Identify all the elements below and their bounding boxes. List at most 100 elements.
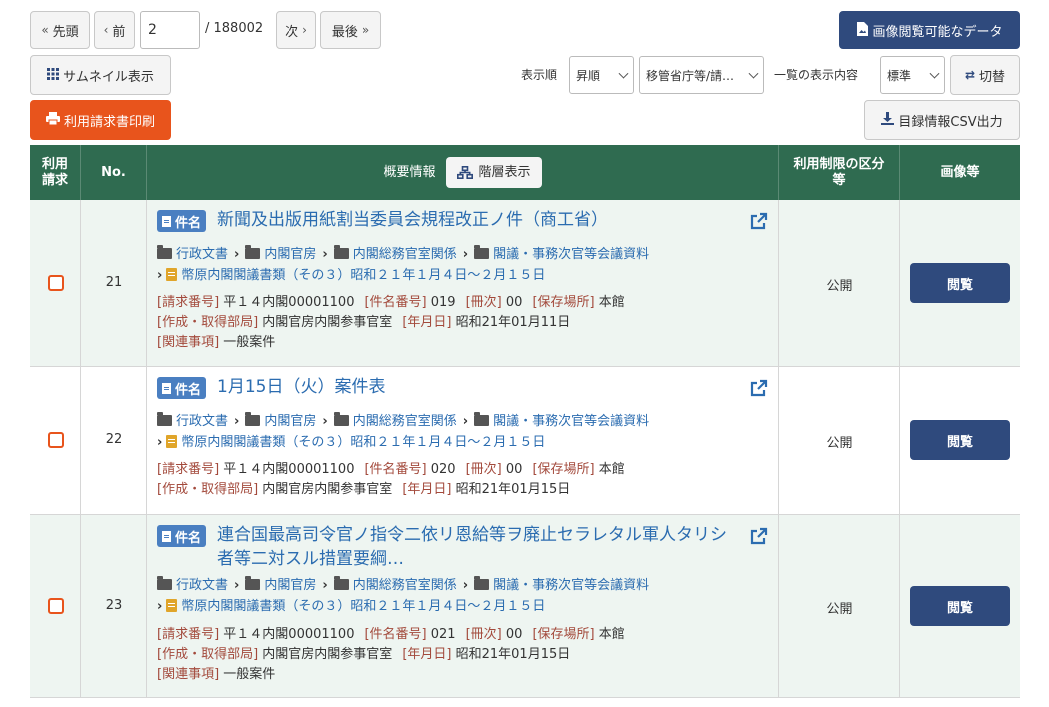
view-button[interactable]: 閲覧 [910,420,1010,460]
double-chevron-left-icon: « [41,23,49,37]
swap-arrows-icon: ⇄ [964,68,976,82]
chevron-right-icon: › [234,578,240,593]
request-checkbox[interactable] [48,598,64,614]
image-viewable-data-button[interactable]: 画像閲覧可能なデータ [839,11,1020,49]
row-number: 22 [105,432,123,447]
last-page-label: 最後 [331,24,358,40]
last-page-button[interactable]: 最後 » [320,11,381,49]
header-restriction: 利用制限の区分等 [779,145,900,200]
print-request-button[interactable]: 利用請求書印刷 [30,100,171,140]
chevron-right-icon: › [302,23,307,37]
external-link-icon[interactable] [750,379,768,397]
folder-open-icon [333,412,349,426]
display-content-label: 一覧の表示内容 [774,68,859,82]
prev-page-button[interactable]: ‹ 前 [94,11,135,49]
header-image: 画像等 [940,164,980,180]
folder-open-icon [474,576,490,590]
breadcrumb-link[interactable]: 内閣総務官室関係 [353,414,457,429]
thumbnail-view-label: サムネイル表示 [63,69,154,85]
sort-field-select[interactable]: 移管省庁等/請… [639,56,764,94]
breadcrumb-link[interactable]: 行政文書 [176,247,228,262]
series-link[interactable]: 幣原内閣閣議書類（その３）昭和２１年１月４日～２月１５日 [181,435,545,450]
row-number: 21 [105,275,123,290]
display-content-value: 標準 [887,68,912,83]
item-metadata: [請求番号] 平１４内閣00001100 [件名番号] 021 [冊次] 00 [保存… [157,627,625,682]
external-link-icon[interactable] [750,527,768,545]
book-icon [166,435,178,448]
view-button[interactable]: 閲覧 [910,263,1010,303]
next-page-button[interactable]: 次 › [276,11,316,49]
breadcrumb-link[interactable]: 内閣官房 [264,247,316,262]
external-link-icon[interactable] [750,212,768,230]
table-header: 利用請求 No. 概要情報 階層表示 利用制限の区分等 画像等 [30,145,1020,200]
view-button[interactable]: 閲覧 [910,586,1010,626]
item-title-link[interactable]: 1月15日（火）案件表 [217,375,737,399]
download-icon [881,112,895,128]
breadcrumb-link[interactable]: 内閣総務官室関係 [353,578,457,593]
page-number-input[interactable] [140,11,200,49]
chevron-down-icon [748,68,759,79]
breadcrumb-link[interactable]: 内閣総務官室関係 [353,247,457,262]
switch-label: 切替 [979,69,1006,85]
breadcrumb-link[interactable]: 行政文書 [176,578,228,593]
chevron-right-icon: › [462,414,469,429]
series-link[interactable]: 幣原内閣閣議書類（その３）昭和２１年１月４日～２月１５日 [181,599,545,614]
sort-order-value: 昇順 [576,68,601,83]
hierarchy-icon [456,166,473,179]
sort-field-value: 移管省庁等/請… [646,68,735,83]
hierarchy-view-button[interactable]: 階層表示 [445,157,542,188]
item-metadata: [請求番号] 平１４内閣00001100 [件名番号] 019 [冊次] 00 [保存… [157,295,625,350]
book-icon [166,599,178,612]
breadcrumb-link[interactable]: 行政文書 [176,414,228,429]
sort-order-select[interactable]: 昇順 [569,56,634,94]
header-no: No. [81,145,147,200]
first-page-button[interactable]: « 先頭 [30,11,90,49]
grid-icon [47,67,60,83]
series-link[interactable]: 幣原内閣閣議書類（その３）昭和２１年１月４日～２月１５日 [181,268,545,283]
first-page-label: 先頭 [52,24,79,40]
hierarchy-view-label: 階層表示 [478,164,531,180]
image-file-icon [856,21,869,39]
folder-open-icon [474,412,490,426]
folder-open-icon [333,576,349,590]
chevron-right-icon: › [462,578,469,593]
restriction-value: 公開 [826,436,853,451]
chevron-right-icon: › [234,247,240,262]
breadcrumb-link[interactable]: 内閣官房 [264,414,316,429]
prev-page-label: 前 [112,24,126,40]
document-icon [162,530,171,542]
item-title-link[interactable]: 新聞及出版用紙割当委員会規程改正ノ件（商工省） [217,208,737,232]
folder-open-icon [245,245,261,259]
csv-export-label: 目録情報CSV出力 [898,114,1003,130]
restriction-value: 公開 [826,279,853,294]
folder-open-icon [245,576,261,590]
header-summary-label: 概要情報 [383,164,436,180]
table-row: 21 件名 新聞及出版用紙割当委員会規程改正ノ件（商工省） 行政文書 › 内閣官房 ›… [30,200,1020,367]
image-viewable-data-label: 画像閲覧可能なデータ [872,24,1003,40]
csv-export-button[interactable]: 目録情報CSV出力 [864,100,1020,140]
chevron-right-icon: › [322,578,328,593]
display-content-select[interactable]: 標準 [880,56,945,94]
double-chevron-right-icon: » [361,23,370,37]
header-request: 利用請求 [30,145,81,200]
breadcrumb-link[interactable]: 閣議・事務次官等会議資料 [493,578,649,593]
chevron-right-icon: › [157,599,163,614]
breadcrumb: 行政文書 › 内閣官房 › 内閣総務官室関係 › 閣議・事務次官等会議資料 › 幣原内閣閣議書… [157,244,757,286]
printer-icon [45,112,60,128]
chevron-down-icon [618,68,629,79]
switch-button[interactable]: ⇄ 切替 [950,55,1020,95]
thumbnail-view-button[interactable]: サムネイル表示 [30,55,171,95]
table-row: 23 件名 連合国最高司令官ノ指令二依リ恩給等ヲ廃止セラレタル軍人タリシ者等二対… [30,515,1020,698]
breadcrumb-link[interactable]: 閣議・事務次官等会議資料 [493,247,649,262]
folder-open-icon [333,245,349,259]
breadcrumb-link[interactable]: 閣議・事務次官等会議資料 [493,414,649,429]
request-checkbox[interactable] [48,432,64,448]
chevron-right-icon: › [322,247,328,262]
restriction-value: 公開 [826,602,853,617]
item-badge: 件名 [157,525,207,547]
breadcrumb-link[interactable]: 内閣官房 [264,578,316,593]
folder-open-icon [157,412,172,426]
item-title-link[interactable]: 連合国最高司令官ノ指令二依リ恩給等ヲ廃止セラレタル軍人タリシ者等二対スル措置要綱… [217,523,737,571]
chevron-down-icon [929,68,940,79]
request-checkbox[interactable] [48,275,64,291]
